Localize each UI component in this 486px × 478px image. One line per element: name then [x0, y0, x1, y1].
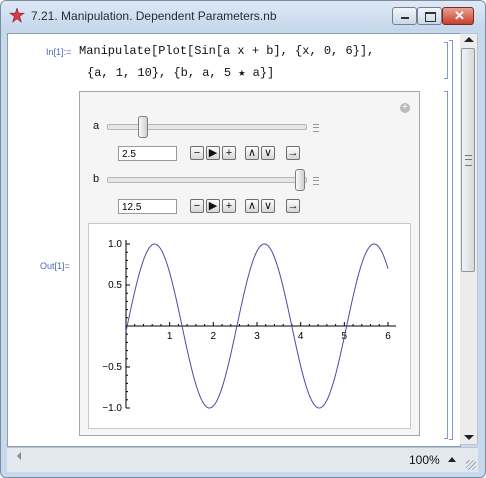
- x-tick-label: 3: [254, 331, 260, 342]
- notebook-content: In[1]:= Manipulate[Plot[Sin[a x + b], {x…: [7, 33, 461, 447]
- notebook-window: 7.21. Manipulation. Dependent Parameters…: [0, 0, 486, 478]
- y-tick-label: 0.5: [108, 280, 122, 291]
- b-increment-button[interactable]: +: [222, 199, 236, 213]
- input-label: In[1]:=: [46, 47, 72, 57]
- title-bar[interactable]: 7.21. Manipulation. Dependent Parameters…: [1, 1, 485, 31]
- scroll-left-icon[interactable]: [17, 452, 21, 460]
- plot-frame: 1 2 3 4 5 6 1.0 0.5 −0.5 −1.0: [88, 223, 411, 429]
- input-cell-bracket[interactable]: [444, 42, 448, 79]
- slider-a-menu-icon[interactable]: [313, 124, 319, 132]
- mathematica-star-icon: [9, 8, 25, 23]
- status-bar: 100%: [7, 447, 478, 472]
- window-title: 7.21. Manipulation. Dependent Parameters…: [31, 9, 277, 23]
- value-field-b[interactable]: 12.5: [118, 199, 177, 214]
- x-tick-label: 2: [211, 331, 217, 342]
- grip-icon: [465, 155, 472, 166]
- y-tick-label: 1.0: [108, 239, 122, 250]
- x-tick-label: 6: [385, 331, 391, 342]
- close-icon: ✕: [454, 8, 465, 23]
- slider-b-menu-icon[interactable]: [313, 177, 319, 185]
- b-play-button[interactable]: ▶: [206, 199, 220, 213]
- code-line-2[interactable]: {a, 1, 10}, {b, a, 5 ★ a}]: [87, 65, 274, 80]
- scroll-up-icon[interactable]: [464, 37, 474, 42]
- output-label: Out[1]=: [40, 261, 70, 271]
- output-cell-bracket[interactable]: [444, 91, 448, 439]
- slider-b-thumb[interactable]: [295, 169, 305, 191]
- vertical-scrollbar[interactable]: [460, 33, 478, 445]
- b-slower-button[interactable]: ∨: [261, 199, 275, 213]
- y-tick-label: −0.5: [102, 362, 122, 373]
- slider-a-track[interactable]: [107, 124, 307, 130]
- b-faster-button[interactable]: ∧: [245, 199, 259, 213]
- scroll-down-icon[interactable]: [464, 435, 474, 440]
- maximize-icon: [425, 12, 436, 22]
- value-field-a[interactable]: 2.5: [118, 146, 177, 161]
- maximize-button[interactable]: [417, 7, 442, 25]
- control-b-label: b: [93, 173, 100, 185]
- zoom-level[interactable]: 100%: [409, 453, 440, 467]
- a-slower-button[interactable]: ∨: [261, 146, 275, 160]
- zoom-menu-icon[interactable]: [448, 457, 456, 462]
- slider-b-track[interactable]: [107, 177, 307, 183]
- sine-plot: 1 2 3 4 5 61.00.5−0.5−1.0: [102, 239, 396, 414]
- close-button[interactable]: ✕: [442, 7, 474, 25]
- control-a-label: a: [93, 120, 100, 132]
- x-tick-label: 4: [298, 331, 304, 342]
- minimize-button[interactable]: [392, 7, 417, 25]
- y-tick-label: −1.0: [102, 403, 122, 414]
- manipulate-panel: + a 2.5 − ▶ + ∧ ∨ → b 12.5 − ▶ + ∧ ∨ → 1…: [79, 91, 420, 436]
- a-faster-button[interactable]: ∧: [245, 146, 259, 160]
- resize-grip-icon[interactable]: [466, 460, 476, 470]
- b-decrement-button[interactable]: −: [190, 199, 204, 213]
- options-plus-icon[interactable]: +: [400, 103, 410, 113]
- a-play-button[interactable]: ▶: [206, 146, 220, 160]
- a-step-button[interactable]: →: [286, 146, 300, 160]
- x-tick-label: 1: [167, 331, 173, 342]
- slider-a-thumb[interactable]: [138, 116, 149, 138]
- group-cell-bracket[interactable]: [449, 40, 453, 440]
- minimize-icon: [401, 17, 409, 19]
- b-step-button[interactable]: →: [286, 199, 300, 213]
- scroll-thumb[interactable]: [461, 48, 475, 272]
- a-decrement-button[interactable]: −: [190, 146, 204, 160]
- code-line-1[interactable]: Manipulate[Plot[Sin[a x + b], {x, 0, 6}]…: [79, 44, 374, 58]
- a-increment-button[interactable]: +: [222, 146, 236, 160]
